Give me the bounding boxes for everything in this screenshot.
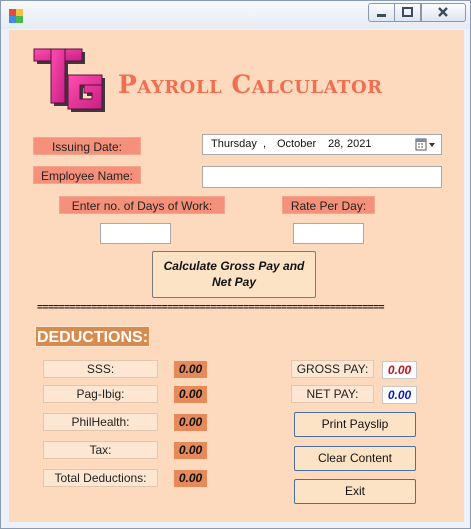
rate-per-day-label: Rate Per Day:: [282, 196, 375, 214]
calculate-pay-label-line2: Net Pay: [211, 275, 257, 289]
app-icon: [9, 9, 23, 23]
sss-label: SSS:: [43, 360, 158, 378]
clear-content-button[interactable]: Clear Content: [294, 446, 416, 471]
employee-name-label: Employee Name:: [33, 166, 141, 184]
section-divider: ========================================…: [37, 302, 385, 313]
issuing-date-label: Issuing Date:: [33, 137, 141, 155]
employee-name-input[interactable]: [202, 166, 442, 188]
tax-label: Tax:: [43, 441, 158, 459]
gross-pay-label: GROSS PAY:: [291, 360, 374, 378]
maximize-button[interactable]: [394, 3, 421, 22]
philhealth-label: PhilHealth:: [43, 413, 158, 431]
net-pay-label: NET PAY:: [291, 385, 374, 403]
rate-per-day-input[interactable]: [293, 223, 364, 244]
sss-value: 0.00: [174, 361, 207, 378]
days-of-work-label: Enter no. of Days of Work:: [59, 196, 225, 214]
days-of-work-input[interactable]: [100, 223, 171, 244]
philhealth-value: 0.00: [174, 414, 207, 431]
close-button[interactable]: [421, 3, 466, 22]
net-pay-value: 0.00: [382, 386, 417, 404]
maximize-icon: [402, 7, 413, 17]
pag-ibig-value: 0.00: [174, 386, 207, 403]
total-deductions-value: 0.00: [174, 470, 207, 487]
exit-button[interactable]: Exit: [294, 479, 416, 504]
close-icon: [438, 7, 448, 17]
tg-logo: [33, 48, 105, 112]
app-window: Payroll Calculator Issuing Date: Thursda…: [0, 0, 471, 529]
minimize-icon: [377, 14, 386, 17]
total-deductions-label: Total Deductions:: [43, 469, 158, 487]
date-day-number: 28,: [328, 138, 344, 150]
date-day: Thursday: [211, 138, 257, 150]
calculate-pay-button[interactable]: Calculate Gross Pay and Net Pay: [152, 251, 316, 298]
deductions-header: DEDUCTIONS:: [35, 326, 150, 347]
date-year: 2021: [347, 138, 372, 150]
issuing-date-picker[interactable]: Thursday , October 28, 2021: [202, 134, 442, 155]
gross-pay-value: 0.00: [382, 361, 417, 379]
calendar-dropdown-icon[interactable]: [414, 137, 438, 152]
title-bar: [1, 1, 470, 29]
date-separator: ,: [263, 138, 267, 150]
pag-ibig-label: Pag-Ibig:: [43, 385, 158, 403]
page-title: Payroll Calculator: [118, 70, 383, 99]
tax-value: 0.00: [174, 442, 207, 459]
print-payslip-button[interactable]: Print Payslip: [294, 412, 416, 437]
main-form: Payroll Calculator Issuing Date: Thursda…: [9, 30, 464, 522]
minimize-button[interactable]: [368, 3, 394, 22]
calculate-pay-label-line1: Calculate Gross Pay and: [163, 259, 305, 273]
date-month: October: [277, 138, 317, 150]
